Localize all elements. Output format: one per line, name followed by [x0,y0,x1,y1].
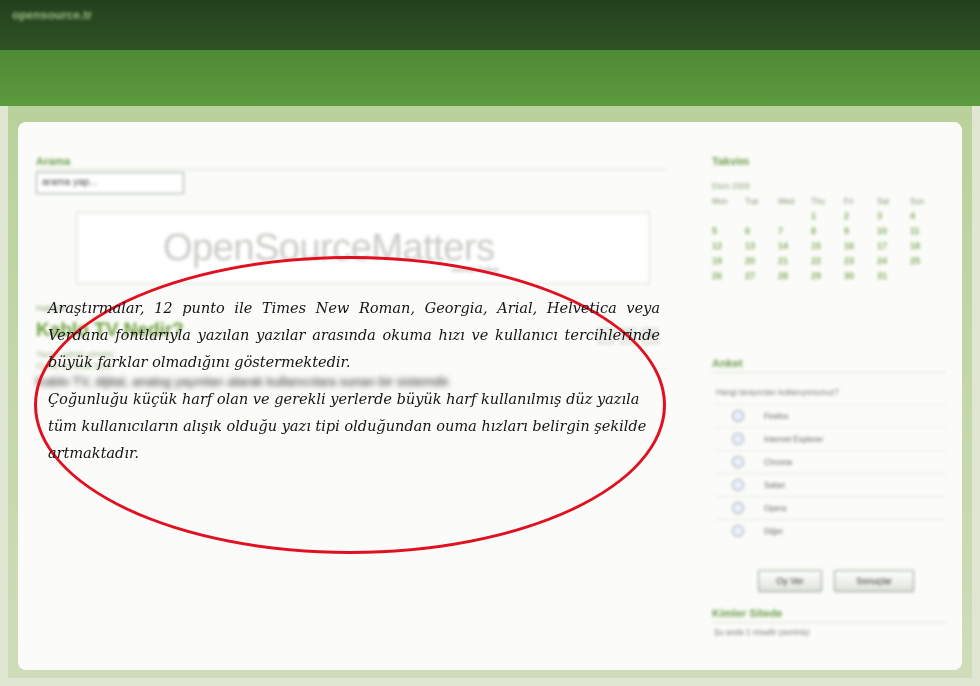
calendar-day[interactable]: 16 [844,241,877,251]
calendar-month: Ekim 2009 [712,182,750,191]
calendar-day[interactable]: 7 [778,226,811,236]
calendar-day[interactable]: 21 [778,256,811,266]
calendar-day[interactable]: 9 [844,226,877,236]
calendar-day[interactable]: 30 [844,271,877,281]
poll-options: Firefox Internet Explorer Chrome Safari Oper… [714,404,946,542]
poll-title: Anket [712,358,743,370]
calendar-day[interactable]: 17 [877,241,910,251]
poll-option-label: Internet Explorer [764,434,824,444]
calendar-day[interactable]: 2 [844,211,877,221]
calendar-day[interactable]: 25 [910,256,943,266]
calendar-weekday: Tue [745,197,759,206]
calendar-day[interactable]: 8 [811,226,844,236]
poll-option-label: Safari [764,480,785,490]
results-button[interactable]: Sonuçlar [834,570,914,592]
whos-online-text: Şu anda 1 misafir çevrimiçi [714,628,810,637]
calendar-day[interactable]: 26 [712,271,745,281]
calendar-day[interactable]: 5 [712,226,745,236]
calendar-day[interactable]: 23 [844,256,877,266]
calendar-weekday: Sat [877,197,890,206]
overlay-paragraph-2: Çoğunluğu küçük harf olan ve gerekli yer… [48,392,647,462]
vote-button[interactable]: Oy Ver [758,570,822,592]
calendar-weekday: Fri [844,197,854,206]
radio-icon[interactable] [732,502,744,514]
calendar-day[interactable]: 13 [745,241,778,251]
radio-icon[interactable] [732,525,744,537]
top-header-bar: opensource.tr [0,0,980,50]
radio-icon[interactable] [732,456,744,468]
calendar-weekday: Sun [910,197,925,206]
calendar-grid: Mon Tue Wed Thu Fri Sat Sun 1 2 3 4 5 6 7 8 9 10 11 12 13 14… [712,197,943,281]
poll-option-label: Firefox [764,411,789,421]
navigation-bar [0,50,980,106]
search-input[interactable]: arama yap... [36,172,184,194]
calendar-day[interactable]: 3 [877,211,910,221]
calendar: Ekim 2009 Mon Tue Wed Thu Fri Sat Sun 1 2 3 4 5 6 7 8 9… [712,182,943,281]
calendar-day[interactable]: 28 [778,271,811,281]
calendar-day[interactable]: 20 [745,256,778,266]
divider [712,622,946,623]
calendar-day[interactable]: 4 [910,211,943,221]
calendar-weekday: Mon [712,197,728,206]
poll-option[interactable]: Safari [714,473,946,496]
divider [36,169,666,170]
calendar-weekday: Thu [811,197,825,206]
calendar-day[interactable]: 1 [811,211,844,221]
calendar-day [712,211,745,221]
calendar-day[interactable]: 10 [877,226,910,236]
radio-icon[interactable] [732,410,744,422]
calendar-title: Takvim [712,156,750,168]
calendar-day[interactable]: 12 [712,241,745,251]
site-name[interactable]: opensource.tr [12,8,92,22]
calendar-day[interactable]: 15 [811,241,844,251]
calendar-day[interactable]: 14 [778,241,811,251]
calendar-day[interactable]: 29 [811,271,844,281]
calendar-day[interactable]: 6 [745,226,778,236]
calendar-day[interactable]: 24 [877,256,910,266]
calendar-day [910,271,943,281]
calendar-day[interactable]: 18 [910,241,943,251]
calendar-day[interactable]: 27 [745,271,778,281]
calendar-day[interactable]: 31 [877,271,910,281]
poll-option-label: Diğer [764,526,784,536]
poll-option-label: Chrome [764,457,793,467]
calendar-day[interactable]: 22 [811,256,844,266]
poll-option[interactable]: Firefox [714,404,946,427]
radio-icon[interactable] [732,433,744,445]
calendar-weekday: Wed [778,197,795,206]
poll-option[interactable]: Opera [714,496,946,519]
calendar-day[interactable]: 11 [910,226,943,236]
poll-option[interactable]: Chrome [714,450,946,473]
whos-online-title: Kimler Sitede [712,608,783,620]
poll-option[interactable]: Internet Explorer [714,427,946,450]
poll-option[interactable]: Diğer [714,519,946,542]
divider [712,372,946,373]
overlay-text: Araştırmalar, 12 punto ile Times New Rom… [48,296,660,478]
poll-question: Hangi tarayıcıları kullanıyorsunuz? [716,388,839,397]
radio-icon[interactable] [732,479,744,491]
calendar-day [778,211,811,221]
search-title: Arama [36,156,71,168]
calendar-day[interactable]: 19 [712,256,745,266]
calendar-day [745,211,778,221]
poll-option-label: Opera [764,503,787,513]
overlay-paragraph-1: Araştırmalar, 12 punto ile Times New Rom… [48,301,660,371]
